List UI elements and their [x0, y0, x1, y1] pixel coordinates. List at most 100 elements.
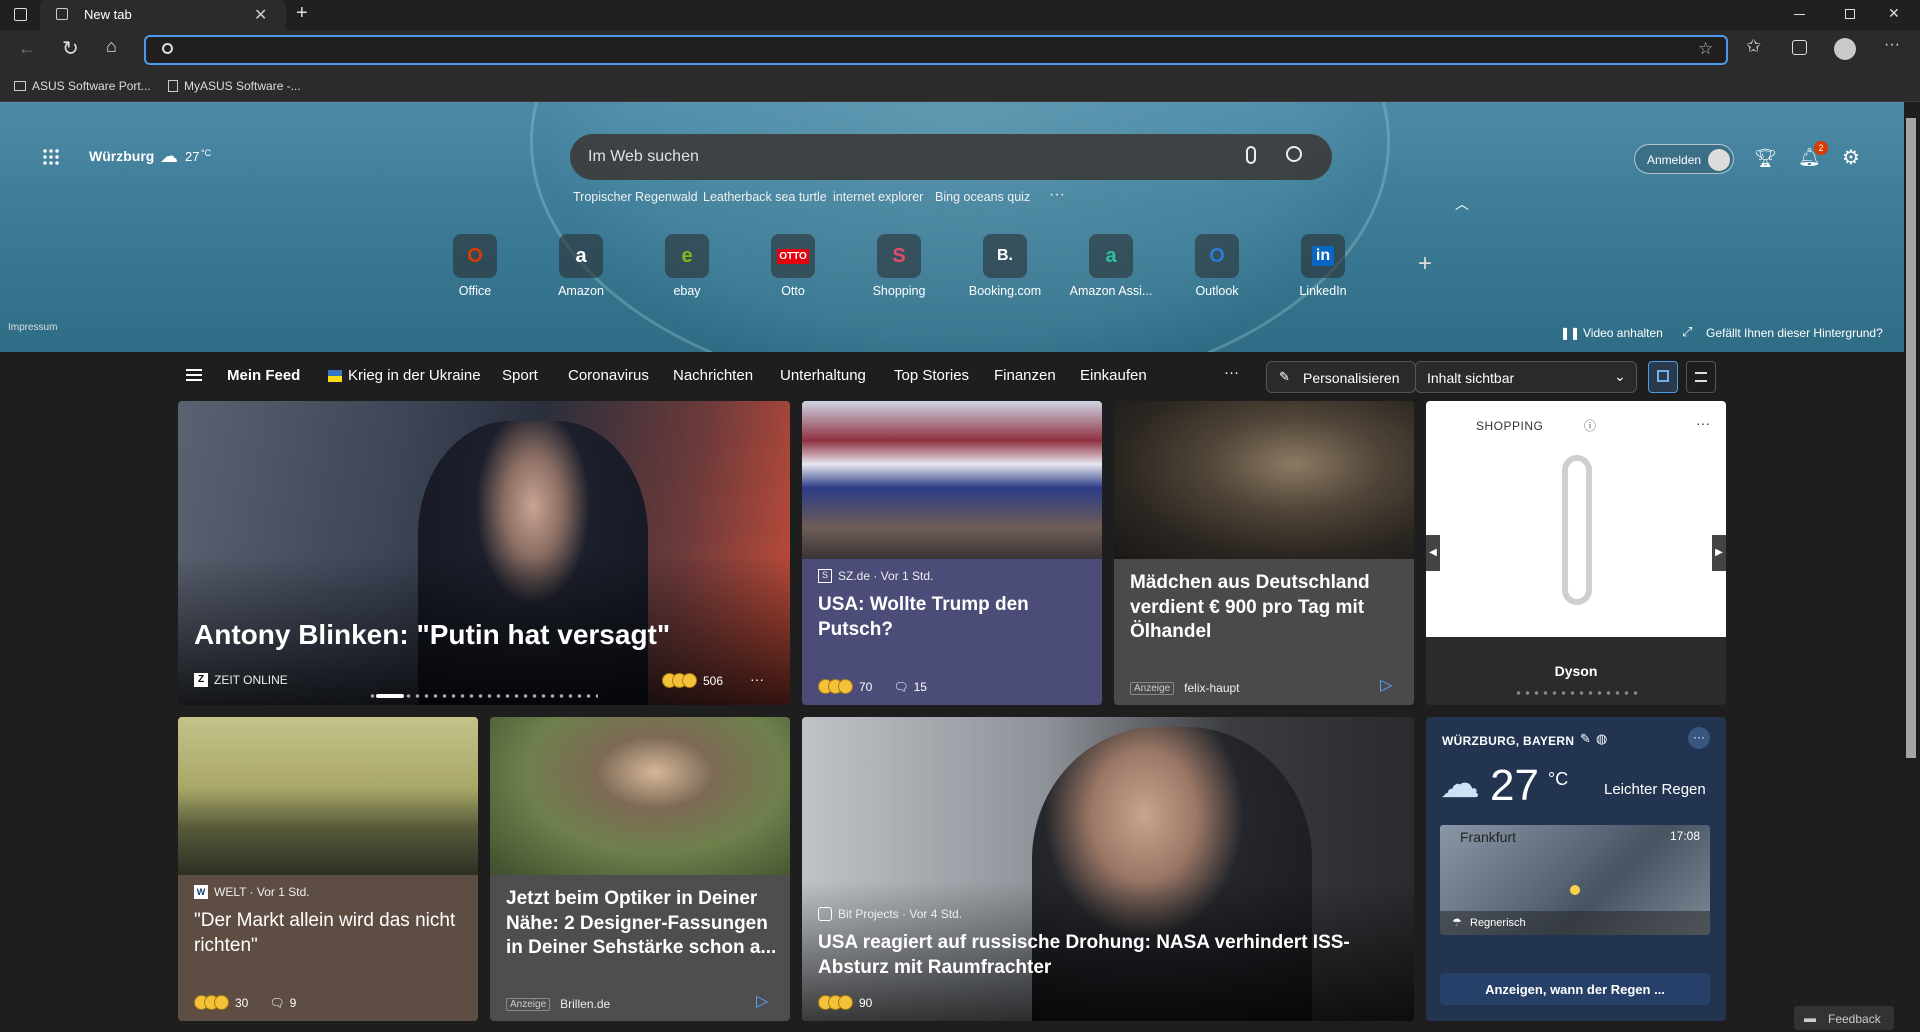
background-like-link[interactable]: Gefällt Ihnen dieser Hintergrund?: [1706, 326, 1883, 340]
search-submit-icon[interactable]: [1286, 146, 1302, 162]
tab-new-tab[interactable]: New tab ✕: [40, 0, 286, 30]
scrollbar-thumb[interactable]: [1906, 118, 1916, 758]
nav-finanzen[interactable]: Finanzen: [994, 367, 1056, 384]
card-headline[interactable]: "Der Markt allein wird das nicht richten…: [194, 909, 464, 958]
add-site-icon[interactable]: +: [1418, 250, 1432, 278]
personalize-button[interactable]: ✎ Personalisieren: [1266, 361, 1416, 393]
feedback-button[interactable]: ▬ Feedback: [1794, 1006, 1894, 1030]
carousel-prev-icon[interactable]: ◀: [1426, 535, 1440, 571]
favorites-icon[interactable]: ✩: [1746, 36, 1761, 57]
card-welt[interactable]: W WELT · Vor 1 Std. "Der Markt allein wir…: [178, 717, 478, 1021]
tile-outlook[interactable]: O Outlook: [1174, 234, 1260, 298]
add-favorite-icon[interactable]: ☆: [1698, 39, 1713, 59]
ad-choices-icon[interactable]: ▷: [1380, 675, 1392, 695]
card-more-icon[interactable]: ···: [1696, 415, 1710, 431]
profile-avatar[interactable]: [1834, 38, 1856, 60]
reactions[interactable]: 70 🗨︎ 15: [818, 679, 927, 694]
home-icon[interactable]: ⌂: [106, 36, 117, 57]
location-name[interactable]: Würzburg: [89, 148, 154, 164]
card-nasa[interactable]: Bit Projects · Vor 4 Std. USA reagiert a…: [802, 717, 1414, 1021]
settings-more-icon[interactable]: ···: [1884, 36, 1900, 54]
card-optiker-ad[interactable]: Jetzt beim Optiker in Deiner Nähe: 2 Des…: [490, 717, 790, 1021]
tile-shopping[interactable]: S Shopping: [856, 234, 942, 298]
card-headline[interactable]: USA reagiert auf russische Drohung: NASA…: [818, 931, 1358, 980]
suggestion-1[interactable]: Tropischer Regenwald: [573, 190, 698, 204]
info-icon[interactable]: ⓘ: [1584, 417, 1596, 434]
card-blinken[interactable]: Antony Blinken: "Putin hat versagt" Z ZEI…: [178, 401, 790, 705]
tile-booking[interactable]: B. Booking.com: [962, 234, 1048, 298]
nav-more-icon[interactable]: ···: [1224, 364, 1239, 381]
carousel-next-icon[interactable]: ▶: [1712, 535, 1726, 571]
map-chip[interactable]: ☂ Regnerisch: [1440, 911, 1710, 935]
list-view-icon[interactable]: [1686, 361, 1716, 393]
close-tab-icon[interactable]: ✕: [254, 5, 267, 25]
reactions[interactable]: 30 🗨︎ 9: [194, 995, 296, 1010]
microphone-icon[interactable]: [1246, 146, 1256, 164]
collapse-chevron-icon[interactable]: ︿: [1455, 194, 1469, 214]
minimize-icon[interactable]: [1794, 14, 1805, 15]
rain-forecast-button[interactable]: Anzeigen, wann der Regen ...: [1440, 973, 1710, 1005]
nav-nachrichten[interactable]: Nachrichten: [673, 367, 753, 384]
card-oil-ad[interactable]: Mädchen aus Deutschland verdient € 900 p…: [1114, 401, 1414, 705]
tile-linkedin[interactable]: in LinkedIn: [1280, 234, 1366, 298]
nav-mein-feed[interactable]: Mein Feed: [227, 367, 300, 384]
tab-actions-icon[interactable]: [14, 8, 27, 21]
card-weather[interactable]: WÜRZBURG, BAYERN ✎ ◍ ··· ☁ 27 °C Leichte…: [1426, 717, 1726, 1021]
collections-icon[interactable]: [1792, 40, 1807, 55]
weather-map[interactable]: Frankfurt 17:08 ☂ Regnerisch: [1440, 825, 1710, 935]
pause-icon[interactable]: ❚❚: [1560, 326, 1580, 340]
signin-button[interactable]: Anmelden: [1634, 144, 1734, 174]
carousel-dots[interactable]: [368, 694, 598, 698]
card-shopping[interactable]: SHOPPING ⓘ ··· ◀ ▶ Dyson: [1426, 401, 1726, 705]
product-name[interactable]: Dyson: [1426, 663, 1726, 679]
weather-more-icon[interactable]: ···: [1688, 727, 1710, 749]
bookmark-myasus[interactable]: MyASUS Software -...: [168, 76, 301, 96]
weather-location[interactable]: WÜRZBURG, BAYERN: [1442, 734, 1574, 748]
nav-coronavirus[interactable]: Coronavirus: [568, 367, 649, 384]
nav-ukraine[interactable]: Krieg in der Ukraine: [348, 367, 481, 384]
tile-amazon[interactable]: a Amazon: [538, 234, 624, 298]
restore-icon[interactable]: [1845, 9, 1855, 19]
ad-choices-icon[interactable]: ▷: [756, 991, 768, 1011]
hamburger-menu-icon[interactable]: [186, 369, 202, 381]
content-visibility-select[interactable]: Inhalt sichtbar ⌄: [1415, 361, 1637, 393]
nav-sport[interactable]: Sport: [502, 367, 538, 384]
apps-launcher-icon[interactable]: [42, 148, 60, 166]
bookmark-asus[interactable]: ASUS Software Port...: [14, 76, 151, 96]
back-icon[interactable]: ←: [18, 38, 36, 59]
nav-top-stories[interactable]: Top Stories: [894, 367, 969, 384]
edit-location-icon[interactable]: ✎: [1580, 731, 1591, 747]
card-headline[interactable]: Jetzt beim Optiker in Deiner Nähe: 2 Des…: [506, 887, 781, 961]
tile-office[interactable]: O Office: [432, 234, 518, 298]
card-headline[interactable]: Mädchen aus Deutschland verdient € 900 p…: [1130, 571, 1405, 645]
tile-otto[interactable]: OTTO Otto: [750, 234, 836, 298]
page-settings-icon[interactable]: ⚙: [1842, 145, 1860, 170]
suggestion-2[interactable]: Leatherback sea turtle: [703, 190, 827, 204]
rewards-icon[interactable]: 🏆︎: [1754, 148, 1777, 169]
card-headline[interactable]: Antony Blinken: "Putin hat versagt": [194, 617, 670, 653]
tile-amazon-assistant[interactable]: a Amazon Assi...: [1068, 234, 1154, 298]
web-search-box[interactable]: Im Web suchen: [570, 134, 1332, 180]
tile-ebay[interactable]: e ebay: [644, 234, 730, 298]
globe-icon[interactable]: ◍: [1596, 731, 1607, 747]
grid-view-icon[interactable]: [1648, 361, 1678, 393]
reactions[interactable]: 506: [662, 673, 723, 688]
address-input[interactable]: [190, 40, 1670, 60]
video-pause-link[interactable]: Video anhalten: [1583, 326, 1663, 340]
suggestions-more-icon[interactable]: ···: [1049, 186, 1065, 204]
impressum-link[interactable]: Impressum: [8, 322, 57, 333]
address-bar[interactable]: ☆: [144, 35, 1728, 65]
carousel-dots[interactable]: [1514, 691, 1638, 695]
hero-temp[interactable]: 27: [185, 149, 199, 164]
close-window-icon[interactable]: ✕: [1888, 5, 1900, 22]
card-trump[interactable]: S SZ.de · Vor 1 Std. USA: Wollte Trump de…: [802, 401, 1102, 705]
nav-unterhaltung[interactable]: Unterhaltung: [780, 367, 866, 384]
card-more-icon[interactable]: ···: [750, 671, 764, 687]
new-tab-button[interactable]: +: [296, 2, 308, 25]
suggestion-4[interactable]: Bing oceans quiz: [935, 190, 1030, 204]
refresh-icon[interactable]: ↻: [62, 36, 79, 61]
card-headline[interactable]: USA: Wollte Trump den Putsch?: [818, 593, 1088, 642]
nav-einkaufen[interactable]: Einkaufen: [1080, 367, 1147, 384]
reactions[interactable]: 90: [818, 995, 872, 1010]
suggestion-3[interactable]: internet explorer: [833, 190, 923, 204]
